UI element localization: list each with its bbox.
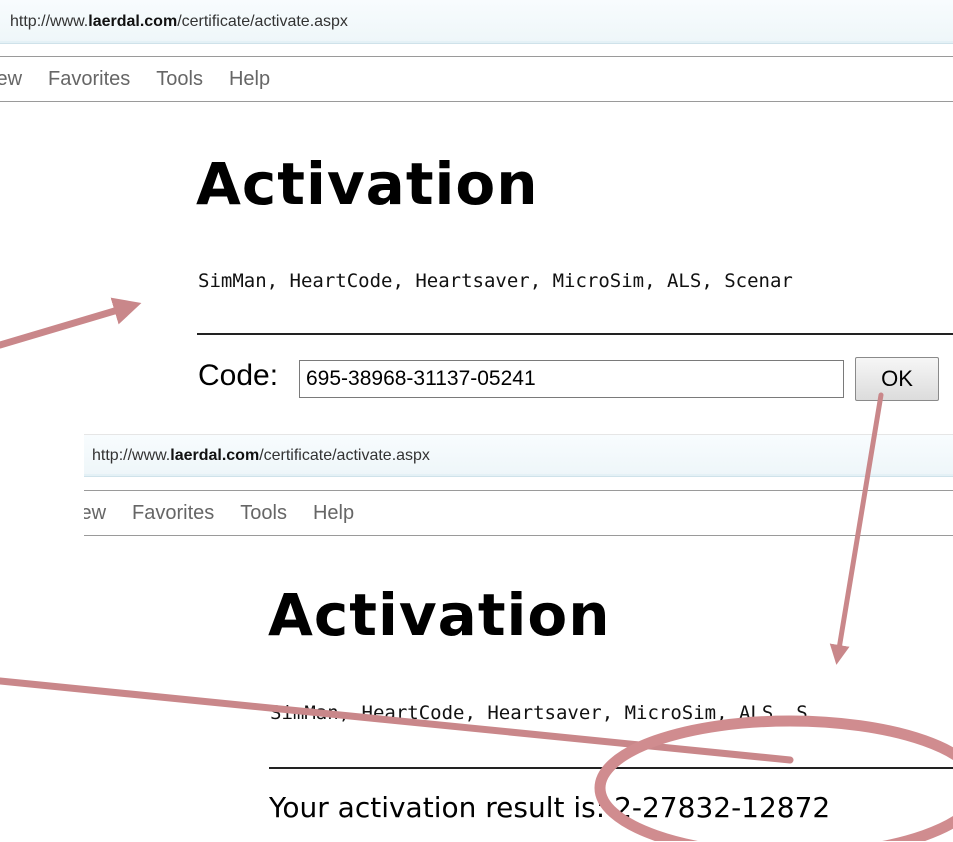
activation-result-value: 2-27832-12872: [614, 791, 831, 824]
menu-bar: iew Favorites Tools Help: [0, 56, 953, 102]
url-prefix: http://www.: [92, 447, 171, 464]
menu-bar: iew Favorites Tools Help: [84, 490, 953, 536]
product-list: SimMan, HeartCode, Heartsaver, MicroSim,…: [270, 702, 808, 724]
menu-item-help[interactable]: Help: [229, 57, 270, 101]
menu-item-view[interactable]: iew: [84, 491, 106, 535]
address-bar[interactable]: http://www.laerdal.com/certificate/activ…: [0, 0, 953, 44]
url-domain: laerdal.com: [88, 13, 178, 30]
url-prefix: http://www.: [10, 13, 89, 30]
menu-item-tools[interactable]: Tools: [240, 491, 287, 535]
menu-item-favorites[interactable]: Favorites: [132, 491, 214, 535]
page-title: Activation: [268, 581, 611, 649]
url-path: /certificate/activate.aspx: [259, 447, 430, 464]
divider: [197, 333, 953, 335]
url-path: /certificate/activate.aspx: [177, 13, 348, 30]
menu-item-tools[interactable]: Tools: [156, 57, 203, 101]
activation-result: Your activation result is: 2-27832-12872: [269, 791, 830, 824]
code-label: Code:: [198, 359, 279, 392]
address-bar[interactable]: http://www.laerdal.com/certificate/activ…: [84, 435, 953, 477]
menu-item-view[interactable]: iew: [0, 57, 22, 101]
page-title: Activation: [196, 150, 539, 218]
menu-item-help[interactable]: Help: [313, 491, 354, 535]
activation-result-label: Your activation result is:: [269, 791, 606, 824]
url-domain: laerdal.com: [170, 447, 260, 464]
browser-screenshot-2: http://www.laerdal.com/certificate/activ…: [84, 434, 953, 842]
divider: [269, 767, 953, 769]
code-input[interactable]: [299, 360, 844, 398]
ok-button[interactable]: OK: [855, 357, 939, 401]
product-list: SimMan, HeartCode, Heartsaver, MicroSim,…: [198, 270, 793, 292]
menu-item-favorites[interactable]: Favorites: [48, 57, 130, 101]
